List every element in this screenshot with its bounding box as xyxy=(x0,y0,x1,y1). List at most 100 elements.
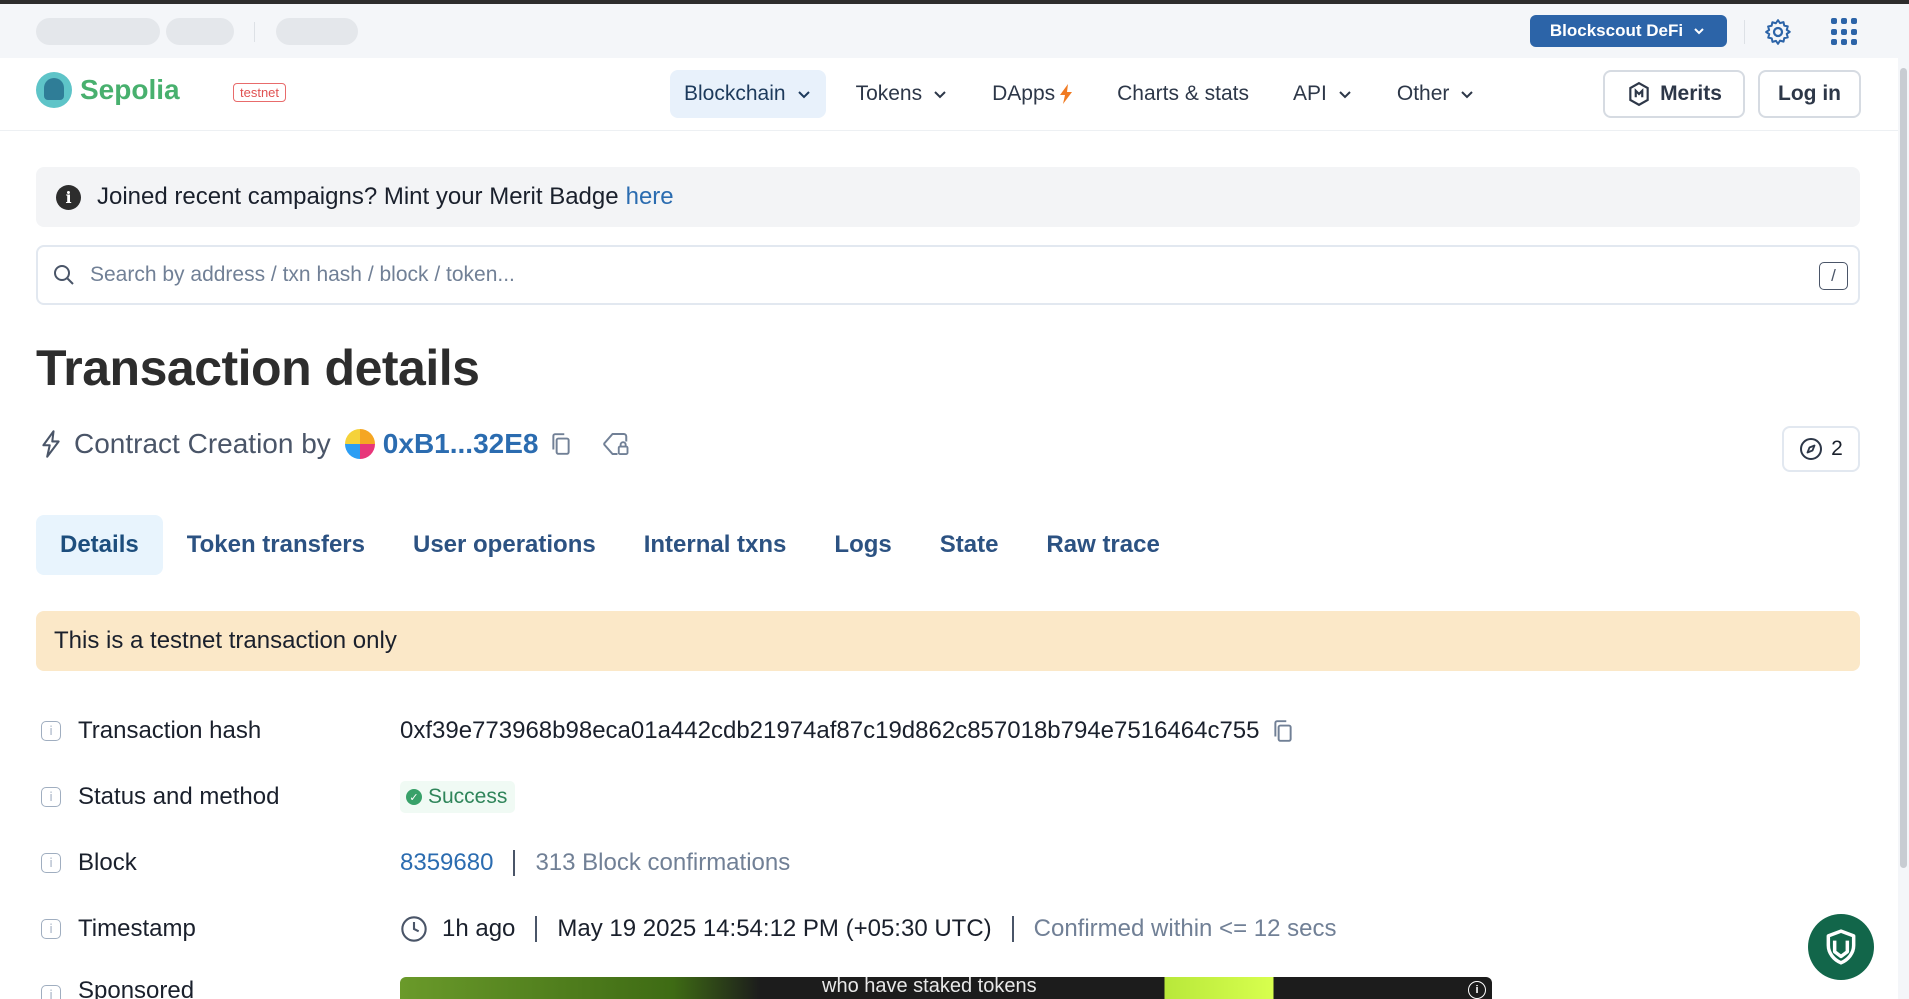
nav-label: Charts & stats xyxy=(1117,82,1250,105)
blockscout-defi-button[interactable]: Blockscout DeFi xyxy=(1530,15,1727,47)
detail-label: Timestamp xyxy=(78,915,196,942)
transaction-tabs: Details Token transfers User operations … xyxy=(36,515,1184,575)
main-nav: Blockchain Tokens DApps Charts & stats A… xyxy=(670,70,1505,118)
chevron-down-icon xyxy=(797,91,810,99)
loading-skeleton xyxy=(36,18,160,45)
logo-text: Sepolia xyxy=(80,74,180,105)
main-header: Sepolia testnet Blockchain Tokens DApps … xyxy=(0,58,1909,131)
status-text: Success xyxy=(428,785,508,808)
detail-value: 0xf39e773968b98eca01a442cdb21974af87c19d… xyxy=(400,717,1294,745)
tab-logs[interactable]: Logs xyxy=(810,515,915,575)
nav-other[interactable]: Other xyxy=(1383,70,1490,118)
detail-value: 8359680 313 Block confirmations xyxy=(400,849,790,877)
search-input[interactable] xyxy=(90,263,1790,287)
sepolia-logo[interactable]: Sepolia xyxy=(36,72,180,108)
nav-label: Blockchain xyxy=(684,82,786,105)
nav-dapps[interactable]: DApps xyxy=(978,70,1087,118)
timestamp-absolute: May 19 2025 14:54:12 PM (+05:30 UTC) xyxy=(557,915,992,942)
tab-details[interactable]: Details xyxy=(36,515,163,575)
loading-skeleton xyxy=(276,18,358,45)
network-logo-icon xyxy=(36,72,72,108)
lightning-icon xyxy=(42,430,60,458)
check-icon: ✓ xyxy=(406,789,422,805)
divider xyxy=(513,850,516,876)
copy-icon[interactable] xyxy=(1272,719,1294,743)
nav-label: DApps xyxy=(992,82,1056,105)
detail-row-status: i Status and method ✓ Success xyxy=(36,777,1860,817)
sponsored-ad-banner[interactable]: who have staked tokens i xyxy=(400,977,1492,999)
apps-grid-icon[interactable] xyxy=(1831,18,1859,46)
divider xyxy=(254,22,255,42)
tab-state[interactable]: State xyxy=(916,515,1023,575)
nav-label: Tokens xyxy=(855,82,923,105)
chevron-down-icon xyxy=(1694,28,1704,35)
creation-prefix: Contract Creation by xyxy=(74,428,331,459)
copy-icon[interactable] xyxy=(550,432,572,456)
chevron-down-icon xyxy=(934,91,946,99)
info-icon: i xyxy=(56,184,81,210)
divider xyxy=(1744,20,1745,44)
tab-raw-trace[interactable]: Raw trace xyxy=(1022,515,1183,575)
merit-badge-icon xyxy=(1629,81,1649,107)
info-hint-icon[interactable]: i xyxy=(41,919,61,939)
merit-badge-alert: i Joined recent campaigns? Mint your Mer… xyxy=(36,167,1860,227)
chevron-down-icon xyxy=(1461,91,1474,99)
scrollbar-thumb[interactable] xyxy=(1900,68,1907,868)
contract-creation-line: Contract Creation by 0xB1...32E8 xyxy=(38,428,630,460)
tab-user-operations[interactable]: User operations xyxy=(389,515,620,575)
alert-link[interactable]: here xyxy=(626,183,674,211)
chevron-down-icon xyxy=(1339,91,1351,99)
nav-label: API xyxy=(1293,82,1327,105)
detail-value: 1h ago May 19 2025 14:54:12 PM (+05:30 U… xyxy=(400,915,1336,943)
private-tag-icon[interactable] xyxy=(600,429,630,459)
nav-tokens[interactable]: Tokens xyxy=(842,70,963,118)
login-button[interactable]: Log in xyxy=(1758,70,1861,118)
top-bar: Blockscout DeFi xyxy=(0,4,1909,58)
address-avatar xyxy=(344,429,375,459)
detail-label: Sponsored xyxy=(78,977,195,999)
block-number-link[interactable]: 8359680 xyxy=(400,849,493,877)
nav-blockchain[interactable]: Blockchain xyxy=(670,70,826,118)
detail-label: Transaction hash xyxy=(78,717,262,744)
nav-api[interactable]: API xyxy=(1279,70,1367,118)
detail-row-timestamp: i Timestamp 1h ago May 19 2025 14:54:12 … xyxy=(36,909,1860,949)
status-badge: ✓ Success xyxy=(400,781,516,813)
search-icon xyxy=(54,265,74,285)
compass-icon xyxy=(1800,438,1823,460)
lightning-icon xyxy=(1060,84,1073,104)
timestamp-relative: 1h ago xyxy=(442,915,516,942)
timestamp-confirmed: Confirmed within <= 12 secs xyxy=(1033,915,1337,942)
merits-button[interactable]: Merits xyxy=(1603,70,1745,118)
info-hint-icon[interactable]: i xyxy=(41,787,61,807)
nav-charts-stats[interactable]: Charts & stats xyxy=(1103,70,1263,118)
testnet-warning: This is a testnet transaction only xyxy=(36,611,1860,671)
search-bar: / xyxy=(36,245,1860,305)
search-shortcut-key: / xyxy=(1819,262,1848,290)
detail-value: ✓ Success xyxy=(400,781,516,813)
info-hint-icon[interactable]: i xyxy=(41,853,61,873)
transaction-hash: 0xf39e773968b98eca01a442cdb21974af87c19d… xyxy=(400,717,1260,744)
info-hint-icon[interactable]: i xyxy=(41,985,61,999)
shield-extension-icon[interactable] xyxy=(1808,914,1874,980)
detail-row-block: i Block 8359680 313 Block confirmations xyxy=(36,843,1860,883)
gear-icon[interactable] xyxy=(1763,17,1793,47)
testnet-tag: testnet xyxy=(233,83,287,102)
divider xyxy=(535,916,538,942)
detail-label: Status and method xyxy=(78,783,280,810)
info-hint-icon[interactable]: i xyxy=(41,721,61,741)
scrollbar[interactable] xyxy=(1898,58,1909,999)
detail-label: Block xyxy=(78,849,137,876)
tab-internal-txns[interactable]: Internal txns xyxy=(620,515,811,575)
tab-token-transfers[interactable]: Token transfers xyxy=(163,515,389,575)
clock-icon xyxy=(401,916,427,942)
loading-skeleton xyxy=(166,18,234,45)
interaction-count-button[interactable]: 2 xyxy=(1782,426,1860,472)
alert-text: Joined recent campaigns? Mint your Merit… xyxy=(97,183,619,210)
ad-info-icon[interactable]: i xyxy=(1468,981,1486,999)
defi-button-label: Blockscout DeFi xyxy=(1549,21,1684,40)
creator-address-link[interactable]: 0xB1...32E8 xyxy=(383,428,539,460)
divider xyxy=(1011,916,1014,942)
block-confirmations: 313 Block confirmations xyxy=(535,849,791,876)
detail-row-hash: i Transaction hash 0xf39e773968b98eca01a… xyxy=(36,711,1860,751)
page-title: Transaction details xyxy=(36,340,480,396)
